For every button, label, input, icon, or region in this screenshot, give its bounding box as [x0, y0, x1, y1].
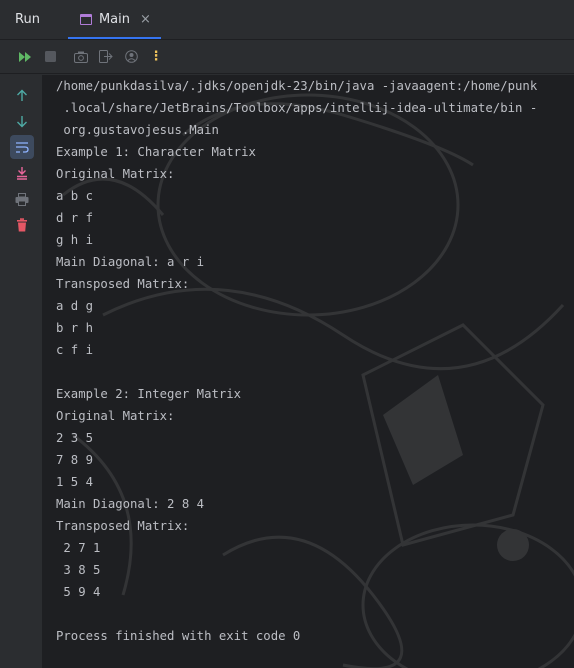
run-toolbar: ⋮	[0, 40, 574, 74]
arrow-up-icon[interactable]	[10, 83, 34, 107]
print-icon[interactable]	[10, 187, 34, 211]
console-line: a b c	[56, 189, 94, 203]
run-tool-window-header: Run Main ×	[0, 0, 574, 40]
stop-icon[interactable]	[39, 46, 61, 68]
exit-icon[interactable]	[95, 46, 117, 68]
console-line: Example 1: Character Matrix	[56, 145, 256, 159]
soft-wrap-icon[interactable]	[10, 135, 34, 159]
console-line: g h i	[56, 233, 94, 247]
console-line: c f i	[56, 343, 94, 357]
console-line: Transposed Matrix:	[56, 277, 190, 291]
console-line: Process finished with exit code 0	[56, 629, 301, 643]
profiler-icon[interactable]	[120, 46, 142, 68]
console-line: 2 7 1	[56, 541, 101, 555]
console-line: 5 9 4	[56, 585, 101, 599]
application-icon	[79, 14, 92, 25]
console-line: d r f	[56, 211, 94, 225]
tab-main-label: Main	[98, 12, 130, 27]
console-line: Example 2: Integer Matrix	[56, 387, 242, 401]
trash-icon[interactable]	[10, 213, 34, 237]
console-line: 1 5 4	[56, 475, 94, 489]
console-line: Main Diagonal: a r i	[56, 255, 205, 269]
scroll-to-end-icon[interactable]	[10, 161, 34, 185]
console-line: Original Matrix:	[56, 167, 175, 181]
console-line: 2 3 5	[56, 431, 94, 445]
console-line: b r h	[56, 321, 94, 335]
console-line: 3 8 5	[56, 563, 101, 577]
rerun-icon[interactable]	[14, 46, 36, 68]
close-icon[interactable]: ×	[140, 12, 151, 27]
console-line: Original Matrix:	[56, 409, 175, 423]
console-line: /home/punkdasilva/.jdks/openjdk-23/bin/j…	[56, 79, 538, 93]
console-line: a d g	[56, 299, 94, 313]
run-tool-window-title: Run	[15, 12, 40, 27]
tab-main[interactable]: Main ×	[67, 0, 161, 39]
console-line: Transposed Matrix:	[56, 519, 190, 533]
console-line: 7 8 9	[56, 453, 94, 467]
console-lines: /home/punkdasilva/.jdks/openjdk-23/bin/j…	[56, 75, 574, 647]
console-line: Main Diagonal: 2 8 4	[56, 497, 205, 511]
arrow-down-icon[interactable]	[10, 109, 34, 133]
console-line: org.gustavojesus.Main	[56, 123, 219, 137]
screenshot-icon[interactable]	[70, 46, 92, 68]
console-line: .local/share/JetBrains/Toolbox/apps/inte…	[56, 101, 538, 115]
console-sidebar	[0, 75, 43, 668]
more-icon[interactable]: ⋮	[145, 46, 167, 68]
console-output[interactable]: /home/punkdasilva/.jdks/openjdk-23/bin/j…	[43, 75, 574, 668]
